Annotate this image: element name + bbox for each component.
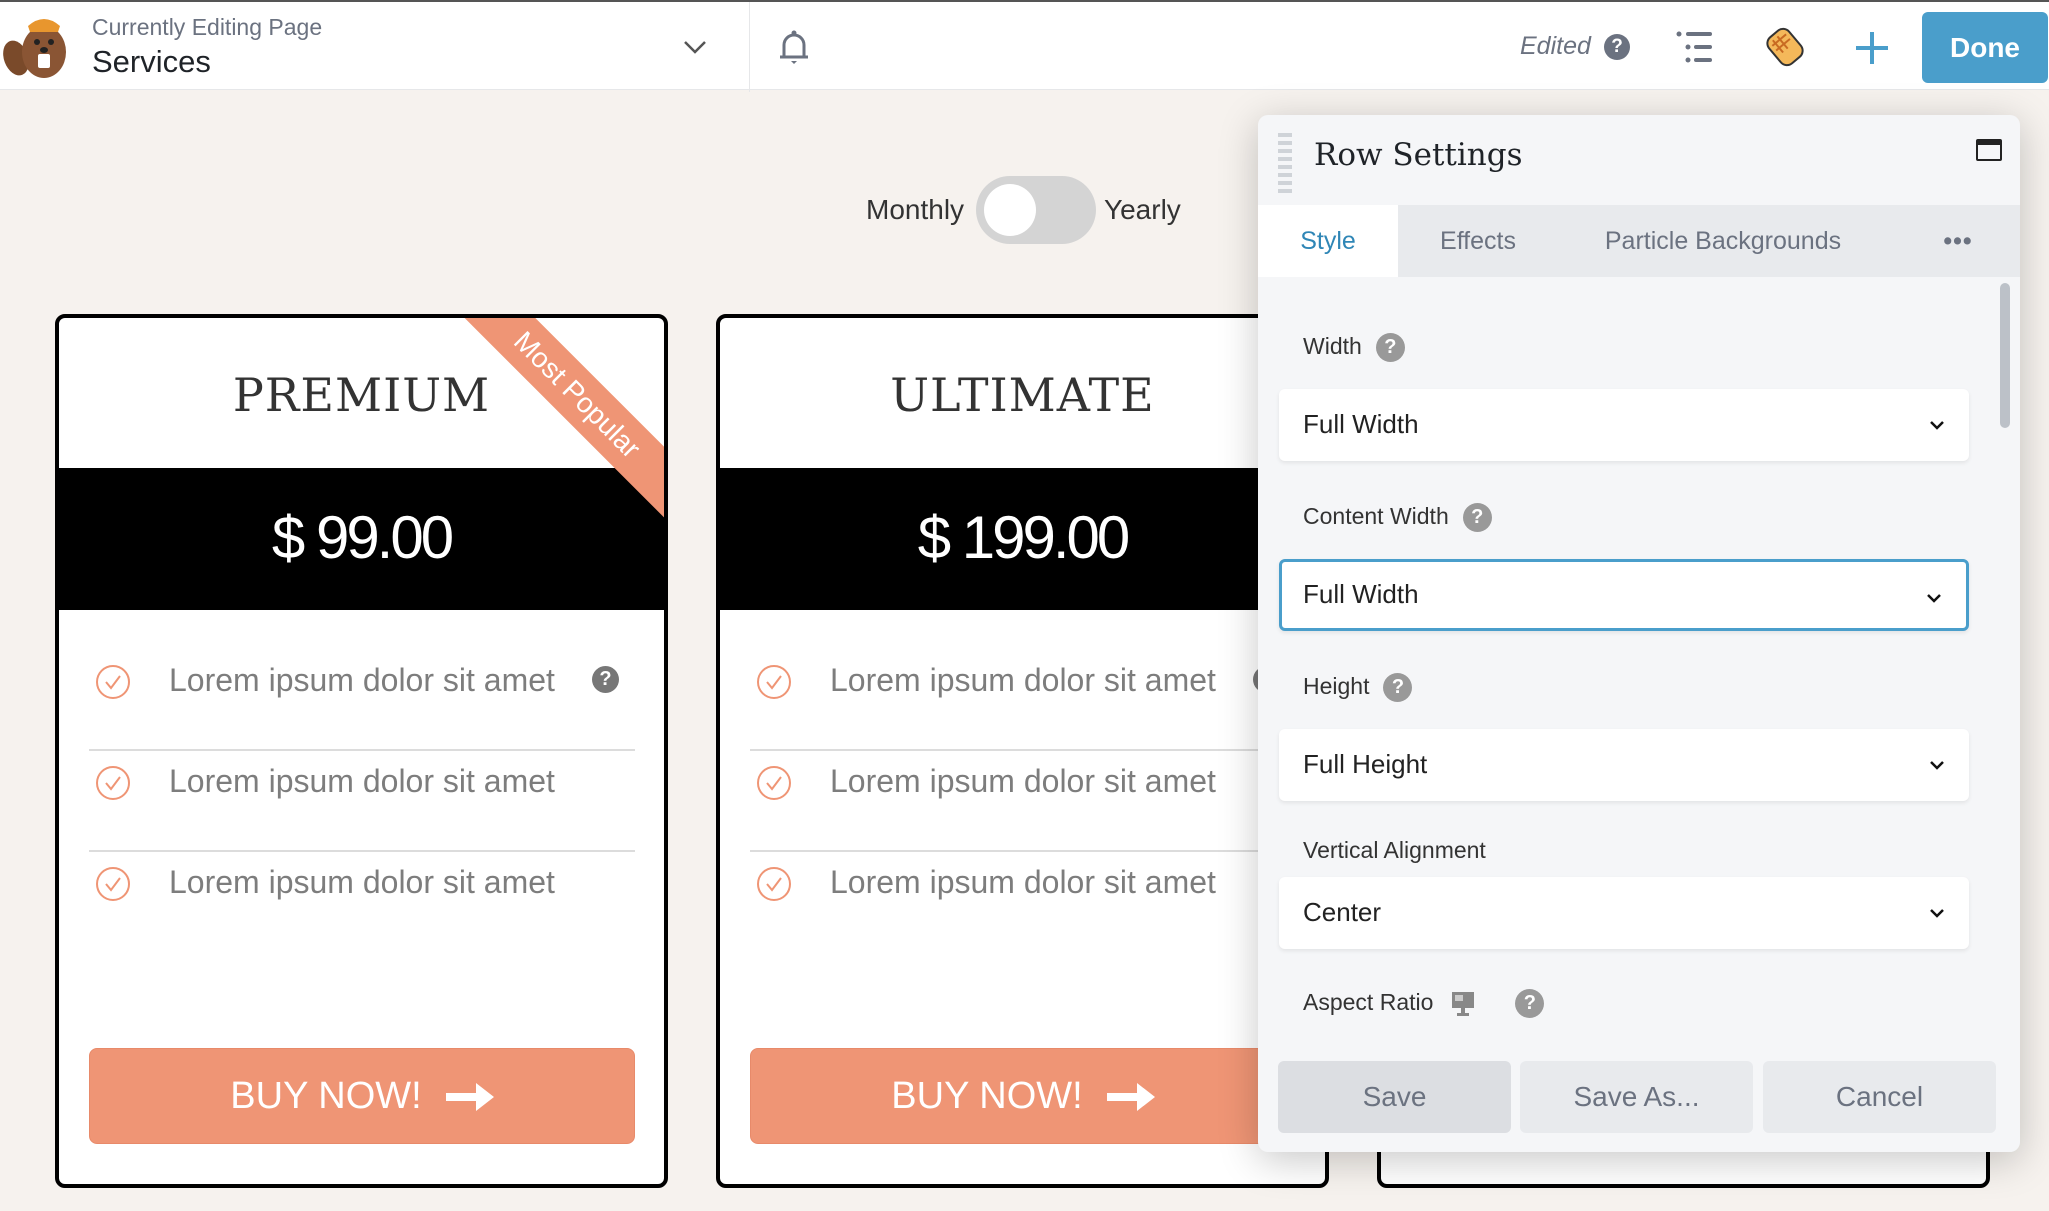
feature-text: Lorem ipsum dolor sit amet — [169, 662, 555, 698]
row-settings-panel: Row Settings Style Effects Particle Back… — [1258, 115, 2020, 1152]
content-width-label-text: Content Width — [1303, 503, 1449, 529]
height-select[interactable]: Full Height — [1279, 729, 1969, 801]
panel-tabs: Style Effects Particle Backgrounds ••• — [1258, 205, 2020, 277]
price-band: $ 99.00 — [59, 468, 664, 610]
feature-text: Lorem ipsum dolor sit amet — [830, 763, 1216, 799]
chevron-down-icon[interactable] — [680, 32, 710, 62]
chevron-down-icon — [1927, 594, 1941, 603]
desktop-responsive-icon[interactable] — [1451, 991, 1475, 1017]
feature-text: Lorem ipsum dolor sit amet — [830, 662, 1216, 698]
check-circle-icon — [757, 766, 791, 800]
billing-period-toggle[interactable] — [976, 176, 1096, 244]
more-tabs-icon[interactable]: ••• — [1928, 205, 1988, 277]
top-toolbar: Currently Editing Page Services Edited ?… — [0, 0, 2049, 92]
editing-subtitle: Currently Editing Page — [92, 14, 323, 40]
price-band: $ 199.00 — [720, 468, 1325, 610]
feature-list: Lorem ipsum dolor sit amet ? Lorem ipsum… — [750, 650, 1296, 953]
done-button[interactable]: Done — [1922, 12, 2048, 83]
height-label-text: Height — [1303, 673, 1370, 699]
feature-item: Lorem ipsum dolor sit amet — [89, 852, 635, 953]
check-circle-icon — [96, 766, 130, 800]
height-select-value: Full Height — [1303, 749, 1428, 779]
yearly-label: Yearly — [1104, 194, 1181, 225]
check-circle-icon — [757, 867, 791, 901]
beaver-logo-icon[interactable] — [2, 12, 78, 82]
page-title: Services — [92, 44, 211, 79]
outline-list-icon[interactable] — [1676, 30, 1716, 64]
chevron-down-icon — [1930, 761, 1944, 770]
save-button[interactable]: Save — [1278, 1061, 1511, 1133]
aspect-ratio-label-text: Aspect Ratio — [1303, 989, 1434, 1015]
tab-particle-backgrounds[interactable]: Particle Backgrounds — [1558, 205, 1888, 277]
tab-style[interactable]: Style — [1258, 205, 1398, 277]
help-icon[interactable]: ? — [1515, 989, 1545, 1019]
help-icon[interactable]: ? — [592, 666, 619, 693]
tools-pencil-icon[interactable] — [1762, 24, 1808, 70]
content-width-select[interactable]: Full Width — [1279, 559, 1969, 631]
pricing-card-premium: PREMIUM $ 99.00 Most Popular Lorem ipsum… — [55, 314, 668, 1188]
feature-item: Lorem ipsum dolor sit amet — [89, 751, 635, 852]
buy-now-label: BUY NOW! — [230, 1074, 422, 1117]
plan-price: $ 99.00 — [271, 504, 454, 571]
buy-now-label: BUY NOW! — [891, 1074, 1083, 1117]
check-circle-icon — [757, 665, 791, 699]
pricing-card-ultimate: ULTIMATE $ 199.00 Lorem ipsum dolor sit … — [716, 314, 1329, 1188]
plan-title: ULTIMATE — [890, 368, 1155, 422]
save-as-button[interactable]: Save As... — [1520, 1061, 1753, 1133]
feature-item: Lorem ipsum dolor sit amet ? — [89, 650, 635, 751]
chevron-down-icon — [1930, 909, 1944, 918]
vertical-alignment-select-value: Center — [1303, 897, 1382, 927]
feature-item: Lorem ipsum dolor sit amet — [750, 751, 1296, 852]
toggle-knob — [984, 184, 1036, 236]
aspect-ratio-label: Aspect Ratio? — [1303, 989, 1545, 1019]
arrow-right-icon — [1106, 1083, 1155, 1112]
bell-icon[interactable] — [776, 28, 812, 68]
vertical-alignment-label: Vertical Alignment — [1303, 837, 1486, 863]
help-icon[interactable]: ? — [1375, 333, 1405, 363]
content-width-label: Content Width? — [1303, 503, 1492, 533]
help-icon[interactable]: ? — [1462, 503, 1492, 533]
vertical-alignment-select[interactable]: Center — [1279, 877, 1969, 949]
check-circle-icon — [96, 665, 130, 699]
width-label-text: Width — [1303, 333, 1362, 359]
buy-now-button[interactable]: BUY NOW! — [750, 1048, 1296, 1144]
help-icon[interactable]: ? — [1383, 673, 1413, 703]
feature-item: Lorem ipsum dolor sit amet ? — [750, 650, 1296, 751]
help-icon[interactable]: ? — [1604, 34, 1630, 60]
arrow-right-icon — [445, 1083, 494, 1112]
width-select-value: Full Width — [1303, 409, 1419, 439]
feature-list: Lorem ipsum dolor sit amet ? Lorem ipsum… — [89, 650, 635, 953]
edited-status: Edited — [1520, 32, 1591, 60]
chevron-down-icon — [1930, 421, 1944, 430]
width-label: Width? — [1303, 333, 1405, 363]
content-width-select-value: Full Width — [1303, 579, 1419, 609]
plus-icon[interactable] — [1852, 28, 1892, 68]
height-label: Height? — [1303, 673, 1413, 703]
panel-scrollbar[interactable] — [2000, 283, 2010, 428]
monthly-label: Monthly — [866, 194, 965, 225]
feature-text: Lorem ipsum dolor sit amet — [169, 864, 555, 900]
feature-text: Lorem ipsum dolor sit amet — [169, 763, 555, 799]
minimize-panel-icon[interactable] — [1976, 139, 2002, 161]
feature-item: Lorem ipsum dolor sit amet — [750, 852, 1296, 953]
drag-handle[interactable] — [1278, 133, 1292, 195]
buy-now-button[interactable]: BUY NOW! — [89, 1048, 635, 1144]
width-select[interactable]: Full Width — [1279, 389, 1969, 461]
panel-title: Row Settings — [1314, 137, 1523, 173]
tab-effects[interactable]: Effects — [1398, 205, 1558, 277]
cancel-button[interactable]: Cancel — [1763, 1061, 1996, 1133]
feature-text: Lorem ipsum dolor sit amet — [830, 864, 1216, 900]
toolbar-divider — [749, 2, 750, 92]
check-circle-icon — [96, 867, 130, 901]
plan-price: $ 199.00 — [917, 504, 1131, 571]
